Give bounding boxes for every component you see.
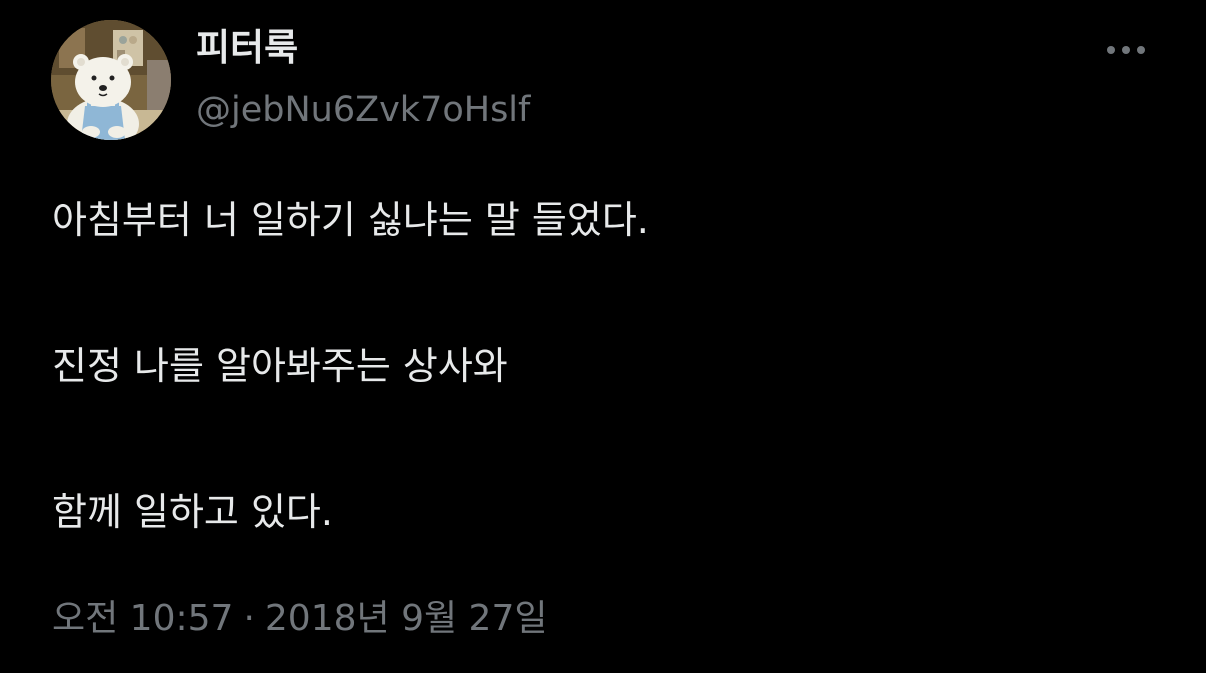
user-handle[interactable]: @jebNu6Zvk7oHslf xyxy=(196,88,530,132)
more-options-button[interactable] xyxy=(1098,30,1154,70)
more-horizontal-icon xyxy=(1107,46,1115,54)
meta-separator: · xyxy=(243,598,255,639)
tweet-timestamp[interactable]: 오전 10:57 · 2018년 9월 27일 xyxy=(52,596,547,642)
tweet-time: 오전 10:57 xyxy=(52,598,234,639)
polar-bear-avatar-icon[interactable] xyxy=(51,20,171,140)
more-horizontal-icon xyxy=(1122,46,1130,54)
display-name[interactable]: 피터룩 xyxy=(196,26,298,70)
tweet-date: 2018년 9월 27일 xyxy=(264,598,548,639)
tweet-text-line: 함께 일하고 있다. xyxy=(52,490,333,534)
more-horizontal-icon xyxy=(1137,46,1145,54)
tweet-card: 피터룩 @jebNu6Zvk7oHslf 아침부터 너 일하기 싫냐는 말 들었… xyxy=(0,0,1206,673)
tweet-text-line: 아침부터 너 일하기 싫냐는 말 들었다. xyxy=(52,198,649,242)
tweet-text-line: 진정 나를 알아봐주는 상사와 xyxy=(52,344,508,388)
